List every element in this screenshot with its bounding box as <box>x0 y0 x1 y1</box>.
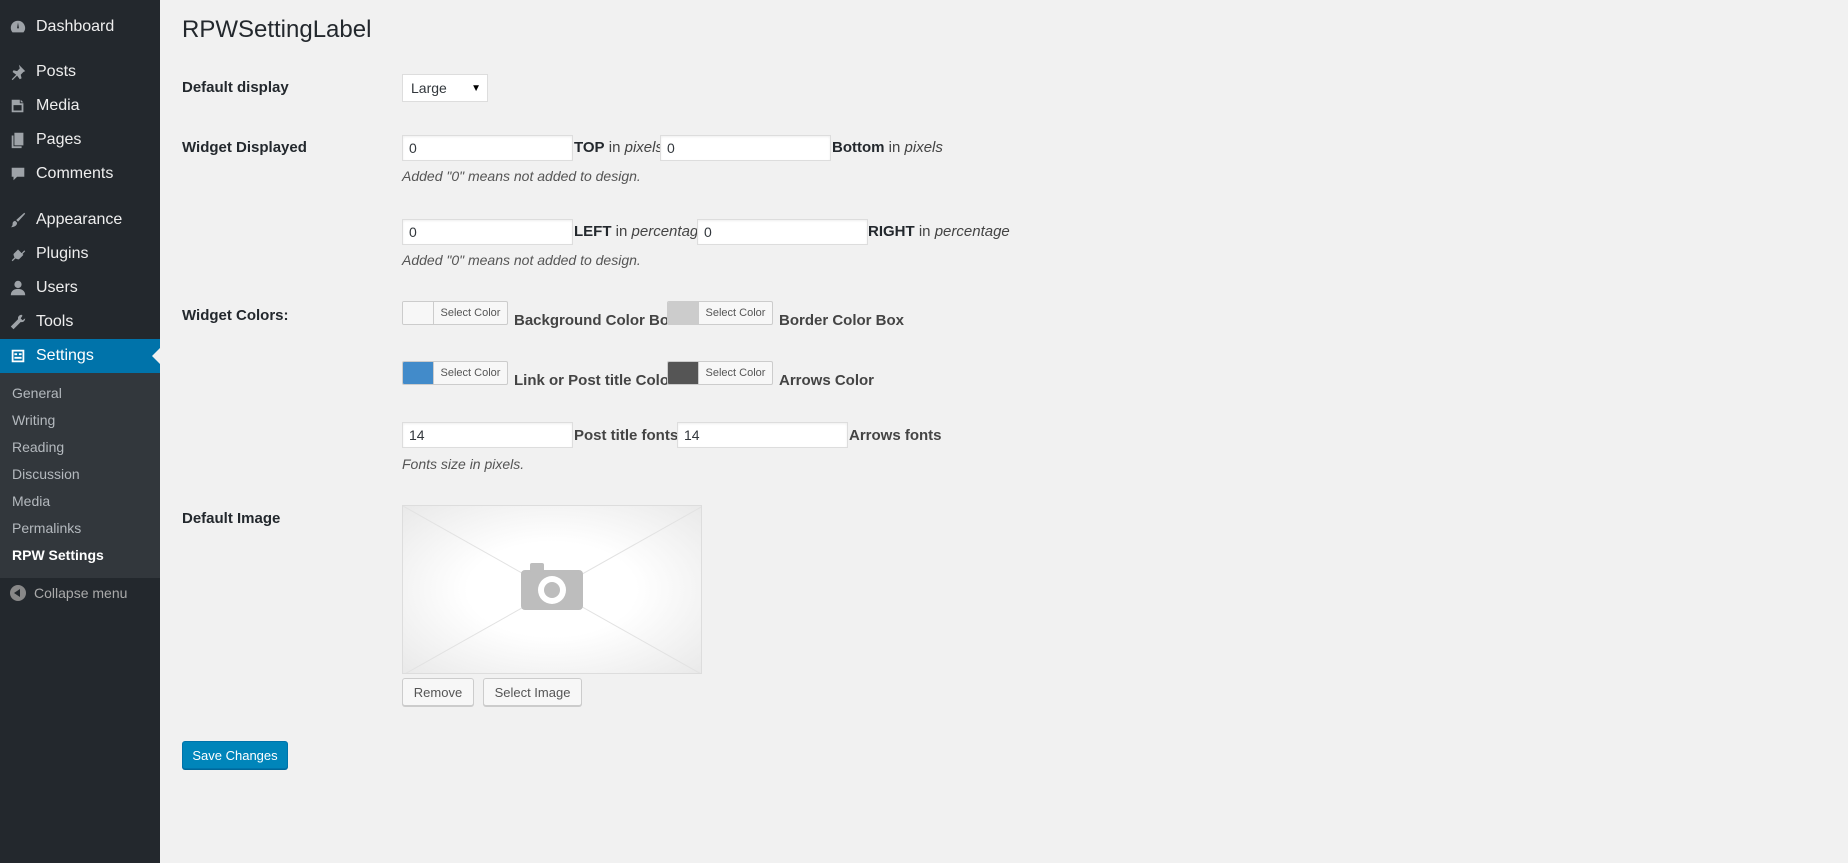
select-color-label: Select Color <box>440 307 501 319</box>
top-label: TOP in pixels <box>574 139 663 156</box>
post-title-font-label: Post title fonts <box>574 427 679 444</box>
collapse-menu-button[interactable]: Collapse menu <box>10 585 127 601</box>
settings-page: RPWSettingLabel Default display Large ▼ … <box>160 0 1848 863</box>
remove-image-button[interactable]: Remove <box>402 678 474 706</box>
sidebar-item-settings[interactable]: Settings <box>0 339 160 373</box>
select-color-label: Select Color <box>705 367 766 379</box>
widget-colors-label: Widget Colors: <box>182 307 289 324</box>
default-display-label: Default display <box>182 79 289 96</box>
sidebar-item-label: Plugins <box>36 245 89 262</box>
sidebar-item-appearance[interactable]: Appearance <box>0 203 160 237</box>
bottom-pixels-input[interactable] <box>660 135 831 161</box>
arrows-color-button[interactable]: Select Color <box>667 361 773 385</box>
plug-icon <box>0 245 36 263</box>
background-color-label: Background Color Box <box>514 312 678 329</box>
sidebar-item-label: Appearance <box>36 211 123 228</box>
left-label: LEFT in percentage <box>574 223 707 240</box>
link-color-label: Link or Post title Color <box>514 372 675 389</box>
sidebar-item-label: Settings <box>36 347 94 364</box>
select-image-button[interactable]: Select Image <box>483 678 582 706</box>
submenu-item-discussion[interactable]: Discussion <box>12 466 80 482</box>
brush-icon <box>0 211 36 229</box>
bottom-label: Bottom in pixels <box>832 139 943 156</box>
sidebar-item-label: Dashboard <box>36 18 115 35</box>
sidebar-item-plugins[interactable]: Plugins <box>0 237 160 271</box>
submenu-item-writing[interactable]: Writing <box>12 412 55 428</box>
sidebar-item-media[interactable]: Media <box>0 89 160 123</box>
post-title-font-input[interactable] <box>402 422 573 448</box>
right-label: RIGHT in percentage <box>868 223 1010 240</box>
camera-icon <box>521 563 583 610</box>
wrench-icon <box>0 313 36 331</box>
default-display-select[interactable]: Large ▼ <box>402 74 488 102</box>
border-color-button[interactable]: Select Color <box>667 301 773 325</box>
link-color-swatch <box>403 362 434 384</box>
image-placeholder-graphic <box>403 506 701 673</box>
sidebar-item-comments[interactable]: Comments <box>0 157 160 191</box>
select-color-label: Select Color <box>440 367 501 379</box>
media-icon <box>0 97 36 115</box>
sidebar-item-label: Media <box>36 97 80 114</box>
sidebar-item-label: Tools <box>36 313 74 330</box>
default-image-preview <box>402 505 702 674</box>
widget-displayed-label: Widget Displayed <box>182 139 307 156</box>
submenu-item-permalinks[interactable]: Permalinks <box>12 520 81 536</box>
settings-icon <box>0 347 36 365</box>
background-color-swatch <box>403 302 434 324</box>
pages-icon <box>0 131 36 149</box>
widget-displayed-note: Added "0" means not added to design. <box>402 168 641 184</box>
sidebar-item-label: Comments <box>36 165 114 182</box>
top-pixels-input[interactable] <box>402 135 573 161</box>
dashboard-icon <box>0 18 36 36</box>
background-color-button[interactable]: Select Color <box>402 301 508 325</box>
left-percentage-input[interactable] <box>402 219 573 245</box>
sidebar-item-label: Users <box>36 279 78 296</box>
submenu-item-reading[interactable]: Reading <box>12 439 64 455</box>
collapse-menu-label: Collapse menu <box>34 585 128 601</box>
border-color-label: Border Color Box <box>779 312 905 329</box>
admin-sidebar: Dashboard Posts Media Pages Comments App… <box>0 0 160 863</box>
settings-submenu: General Writing Reading Discussion Media… <box>0 373 160 578</box>
submenu-item-general[interactable]: General <box>12 385 62 401</box>
default-display-value: Large <box>411 80 447 96</box>
select-color-label: Select Color <box>705 307 766 319</box>
arrows-color-swatch <box>668 362 699 384</box>
arrows-color-label: Arrows Color <box>779 372 875 389</box>
sidebar-item-label: Pages <box>36 131 82 148</box>
border-color-swatch <box>668 302 699 324</box>
page-title: RPWSettingLabel <box>182 16 372 43</box>
save-changes-button[interactable]: Save Changes <box>182 741 288 769</box>
submenu-item-media[interactable]: Media <box>12 493 50 509</box>
sidebar-item-label: Posts <box>36 63 77 80</box>
right-percentage-input[interactable] <box>697 219 868 245</box>
sidebar-item-users[interactable]: Users <box>0 271 160 305</box>
sidebar-item-tools[interactable]: Tools <box>0 305 160 339</box>
sidebar-item-pages[interactable]: Pages <box>0 123 160 157</box>
arrows-font-input[interactable] <box>677 422 848 448</box>
fonts-note: Fonts size in pixels. <box>402 456 525 472</box>
collapse-icon <box>10 585 26 601</box>
link-color-button[interactable]: Select Color <box>402 361 508 385</box>
user-icon <box>0 279 36 297</box>
comment-icon <box>0 165 36 183</box>
arrows-font-label: Arrows fonts <box>849 427 942 444</box>
widget-displayed-note-2: Added "0" means not added to design. <box>402 252 641 268</box>
submenu-item-rpw-settings[interactable]: RPW Settings <box>12 547 104 563</box>
pin-icon <box>0 63 36 81</box>
chevron-down-icon: ▼ <box>471 83 481 94</box>
default-image-label: Default Image <box>182 510 281 527</box>
sidebar-item-dashboard[interactable]: Dashboard <box>0 10 160 44</box>
sidebar-item-posts[interactable]: Posts <box>0 55 160 89</box>
